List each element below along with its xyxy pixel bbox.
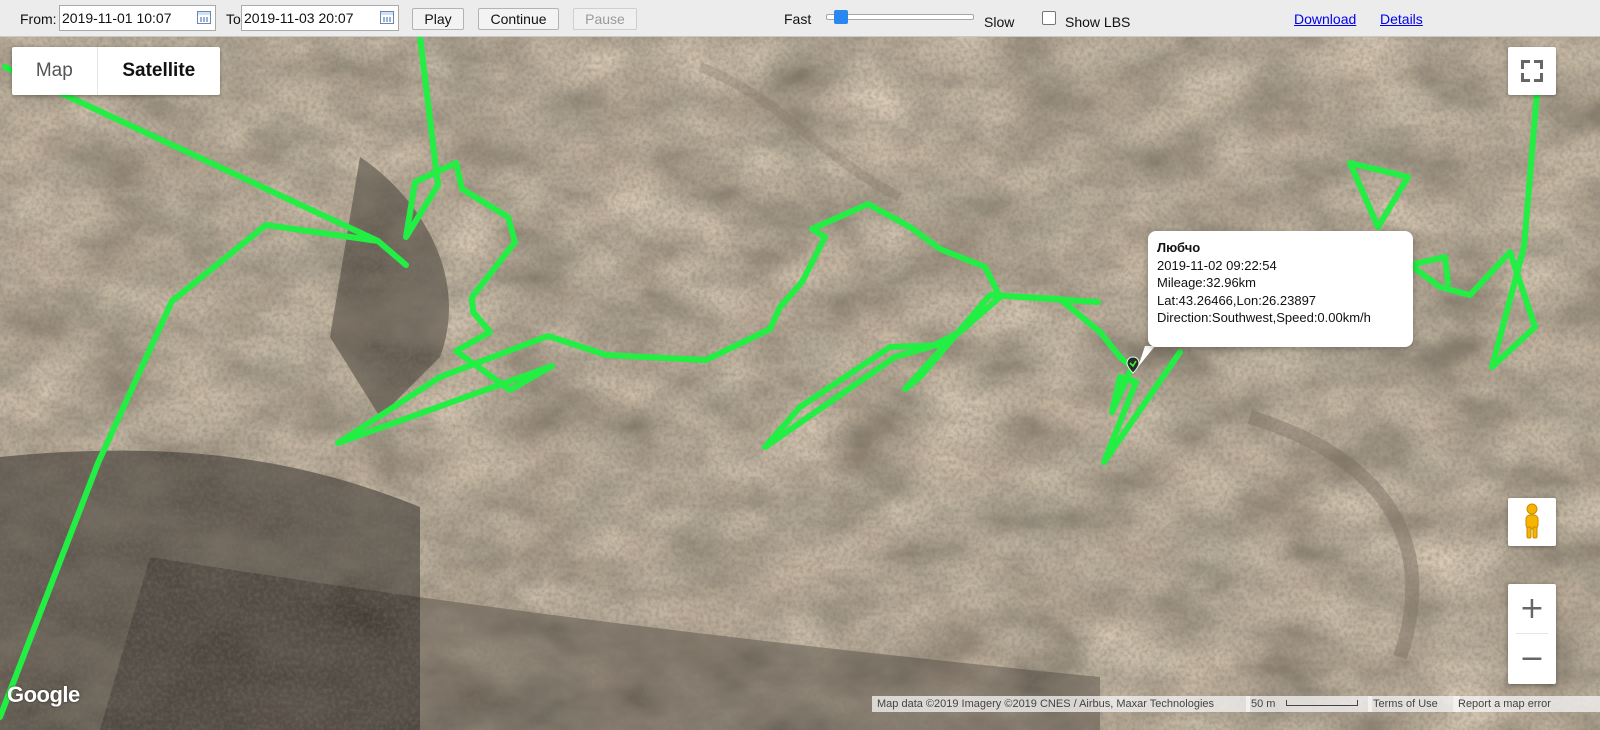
fullscreen-icon-corner [1521, 73, 1530, 82]
from-label: From: [20, 11, 57, 27]
info-direction-speed: Direction:Southwest,Speed:0.00km/h [1157, 310, 1371, 325]
satellite-imagery [0, 37, 1600, 730]
vehicle-info-window: Любчо 2019-11-02 09:22:54 Mileage:32.96k… [1148, 231, 1413, 347]
slider-thumb[interactable] [834, 10, 848, 24]
scale-label: 50 m [1251, 698, 1276, 710]
show-lbs-label: Show LBS [1065, 14, 1131, 30]
from-datetime-input[interactable] [60, 7, 199, 29]
map-type-map-button[interactable]: Map [12, 47, 98, 95]
from-datetime-field[interactable] [59, 5, 216, 31]
to-datetime-input[interactable] [242, 7, 381, 29]
info-mileage: Mileage:32.96km [1157, 275, 1256, 290]
zoom-out-button[interactable]: − [1508, 634, 1556, 684]
vehicle-marker-icon[interactable] [1126, 356, 1140, 374]
playback-toolbar: From: To Play Continue Pause Fast Slow S… [0, 0, 1600, 37]
slow-label: Slow [984, 14, 1015, 30]
fullscreen-button[interactable] [1508, 47, 1556, 95]
street-view-pegman-button[interactable] [1508, 498, 1556, 546]
calendar-icon[interactable] [197, 11, 211, 24]
play-button[interactable]: Play [412, 8, 464, 30]
map-canvas[interactable]: Map Satellite + − Любчо 2019-11-02 09:22… [0, 37, 1600, 730]
details-link[interactable]: Details [1380, 11, 1423, 27]
zoom-in-button[interactable]: + [1508, 584, 1556, 634]
info-lat-lon: Lat:43.26466,Lon:26.23897 [1157, 292, 1317, 308]
to-datetime-field[interactable] [241, 5, 399, 31]
map-type-satellite-button[interactable]: Satellite [98, 47, 220, 95]
calendar-icon[interactable] [380, 11, 394, 24]
map-attribution: Map data ©2019 Imagery ©2019 CNES / Airb… [872, 696, 1250, 712]
pause-button[interactable]: Pause [573, 8, 637, 30]
fullscreen-icon-corner [1534, 60, 1543, 69]
to-label: To [226, 11, 241, 27]
continue-button[interactable]: Continue [478, 8, 559, 30]
info-timestamp: 2019-11-02 09:22:54 [1157, 257, 1277, 273]
map-type-control: Map Satellite [12, 47, 220, 95]
zoom-control: + − [1508, 584, 1556, 684]
report-map-error-link[interactable]: Report a map error [1453, 696, 1600, 712]
fast-label: Fast [784, 11, 812, 27]
google-logo: Google [7, 682, 80, 707]
fullscreen-icon [1521, 60, 1530, 69]
fullscreen-icon-corner [1534, 73, 1543, 82]
info-device-name: Любчо [1157, 240, 1201, 255]
download-link[interactable]: Download [1294, 11, 1356, 27]
show-lbs-checkbox[interactable] [1042, 11, 1056, 25]
scale-bar[interactable]: 50 m [1246, 696, 1372, 712]
pegman-icon [1525, 503, 1539, 539]
slider-track[interactable] [826, 14, 974, 20]
speed-slider[interactable] [826, 10, 974, 24]
terms-of-use-link[interactable]: Terms of Use [1368, 696, 1460, 712]
scale-bar-line [1286, 700, 1358, 706]
